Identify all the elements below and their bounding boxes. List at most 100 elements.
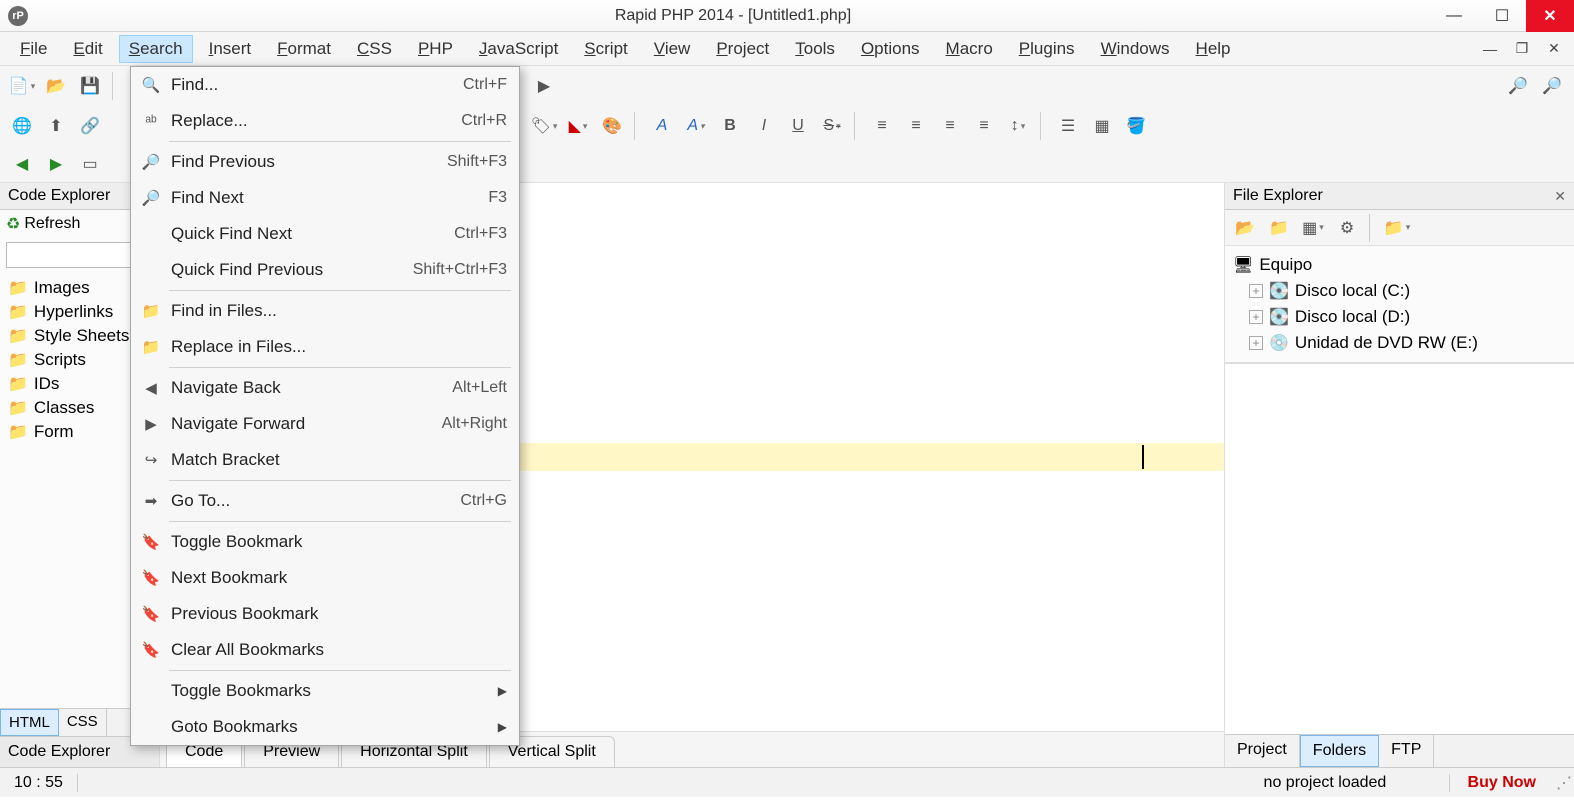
menu-item-previous-bookmark[interactable]: 🔖Previous Bookmark bbox=[131, 596, 519, 632]
link-button[interactable]: 🔗 bbox=[76, 112, 104, 140]
menu-item-find-next[interactable]: 🔎Find NextF3 bbox=[131, 180, 519, 216]
menu-insert[interactable]: Insert bbox=[199, 35, 262, 63]
menu-options[interactable]: Options bbox=[851, 35, 930, 63]
new-folder-button[interactable]: 📁 bbox=[1265, 214, 1293, 242]
underline-button[interactable]: U bbox=[784, 112, 812, 140]
align-justify-button[interactable]: ≡ bbox=[970, 112, 998, 140]
expand-icon[interactable]: + bbox=[1249, 336, 1263, 350]
menu-css[interactable]: CSS bbox=[347, 35, 402, 63]
menu-item-toggle-bookmark[interactable]: 🔖Toggle Bookmark bbox=[131, 524, 519, 560]
run-button[interactable]: ▶ bbox=[530, 72, 558, 100]
menu-item-label: Find in Files... bbox=[165, 301, 507, 321]
menu-script[interactable]: Script bbox=[574, 35, 637, 63]
menu-item-find[interactable]: 🔍Find...Ctrl+F bbox=[131, 67, 519, 103]
file-explorer-panel: File Explorer ✕ 📂 📁 ▦ ⚙ 📁 🖥Equipo+💽Disco… bbox=[1224, 183, 1574, 767]
nav-forward-button[interactable]: ▶ bbox=[42, 150, 70, 178]
table-button[interactable]: ▦ bbox=[1088, 112, 1116, 140]
title-bar: rP Rapid PHP 2014 - [Untitled1.php] bbox=[0, 0, 1574, 32]
buy-now-link[interactable]: Buy Now bbox=[1450, 774, 1554, 792]
drive-item[interactable]: +💽Disco local (D:) bbox=[1231, 304, 1568, 330]
menu-item-next-bookmark[interactable]: 🔖Next Bookmark bbox=[131, 560, 519, 596]
line-spacing-button[interactable]: ↕ bbox=[1004, 112, 1032, 140]
file-explorer-tab-folders[interactable]: Folders bbox=[1300, 735, 1379, 767]
refresh-button[interactable]: Refresh bbox=[24, 215, 80, 233]
menu-project[interactable]: Project bbox=[706, 35, 779, 63]
find-next-button[interactable]: 🔎 bbox=[1538, 72, 1566, 100]
window-close-button[interactable] bbox=[1526, 0, 1574, 32]
drive-item[interactable]: +💽Disco local (C:) bbox=[1231, 278, 1568, 304]
menu-item-navigate-back[interactable]: ◀Navigate BackAlt+Left bbox=[131, 370, 519, 406]
strike-button[interactable]: S bbox=[818, 112, 846, 140]
drive-item[interactable]: +💿Unidad de DVD RW (E:) bbox=[1231, 330, 1568, 356]
submenu-arrow-icon: ▶ bbox=[498, 684, 507, 698]
save-button[interactable]: 💾 bbox=[76, 72, 104, 100]
menu-item-quick-find-previous[interactable]: Quick Find PreviousShift+Ctrl+F3 bbox=[131, 252, 519, 288]
menu-item-find-in-files[interactable]: 📁Find in Files... bbox=[131, 293, 519, 329]
window-minimize-button[interactable] bbox=[1430, 0, 1478, 32]
tag-select-button[interactable]: 🏷 bbox=[530, 112, 558, 140]
open-button[interactable]: 📂 bbox=[42, 72, 70, 100]
menu-javascript[interactable]: JavaScript bbox=[469, 35, 568, 63]
menu-item-navigate-forward[interactable]: ▶Navigate ForwardAlt+Right bbox=[131, 406, 519, 442]
highlight-button[interactable]: ◣ bbox=[564, 112, 592, 140]
menu-help[interactable]: Help bbox=[1186, 35, 1241, 63]
folder-up-button[interactable]: 📂 bbox=[1231, 214, 1259, 242]
menu-file[interactable]: File bbox=[10, 35, 57, 63]
font-button[interactable]: A bbox=[648, 112, 676, 140]
code-explorer-title: Code Explorer bbox=[8, 187, 110, 205]
menu-item-clear-all-bookmarks[interactable]: 🔖Clear All Bookmarks bbox=[131, 632, 519, 668]
window-maximize-button[interactable] bbox=[1478, 0, 1526, 32]
new-file-button[interactable]: 📄 bbox=[8, 72, 36, 100]
menu-item-shortcut: Alt+Right bbox=[442, 415, 507, 433]
menu-edit[interactable]: Edit bbox=[63, 35, 112, 63]
menu-view[interactable]: View bbox=[644, 35, 701, 63]
file-explorer-tab-ftp[interactable]: FTP bbox=[1379, 735, 1434, 767]
nav-back-button[interactable]: ◀ bbox=[8, 150, 36, 178]
mdi-close-button[interactable]: ✕ bbox=[1544, 39, 1564, 59]
menu-format[interactable]: Format bbox=[267, 35, 341, 63]
menu-item-find-previous[interactable]: 🔎Find PreviousShift+F3 bbox=[131, 144, 519, 180]
mdi-minimize-button[interactable]: — bbox=[1480, 39, 1500, 59]
folder-icon: 📁 bbox=[8, 326, 28, 346]
menu-search[interactable]: Search bbox=[119, 35, 193, 63]
menu-windows[interactable]: Windows bbox=[1091, 35, 1180, 63]
menu-item-toggle-bookmarks[interactable]: Toggle Bookmarks▶ bbox=[131, 673, 519, 709]
color-button[interactable]: 🎨 bbox=[598, 112, 626, 140]
paint-button[interactable]: 🪣 bbox=[1122, 112, 1150, 140]
align-left-button[interactable]: ≡ bbox=[868, 112, 896, 140]
menu-item-label: Next Bookmark bbox=[165, 568, 507, 588]
menu-item-replace-in-files[interactable]: 📁Replace in Files... bbox=[131, 329, 519, 365]
align-center-button[interactable]: ≡ bbox=[902, 112, 930, 140]
mdi-restore-button[interactable]: ❐ bbox=[1512, 39, 1532, 59]
menu-plugins[interactable]: Plugins bbox=[1009, 35, 1085, 63]
expand-icon[interactable]: + bbox=[1249, 310, 1263, 324]
menu-item-goto-bookmarks[interactable]: Goto Bookmarks▶ bbox=[131, 709, 519, 745]
lang-tab-html[interactable]: HTML bbox=[0, 709, 59, 736]
find-prev-button[interactable]: 🔎 bbox=[1504, 72, 1532, 100]
file-explorer-close-button[interactable]: ✕ bbox=[1554, 188, 1566, 205]
font-style-button[interactable]: A bbox=[682, 112, 710, 140]
menu-macro[interactable]: Macro bbox=[936, 35, 1003, 63]
file-settings-button[interactable]: ⚙ bbox=[1333, 214, 1361, 242]
submenu-arrow-icon: ▶ bbox=[498, 720, 507, 734]
menu-php[interactable]: PHP bbox=[408, 35, 463, 63]
folder-filter-button[interactable]: 📁 bbox=[1383, 214, 1411, 242]
list-button[interactable]: ☰ bbox=[1054, 112, 1082, 140]
expand-icon[interactable]: + bbox=[1249, 284, 1263, 298]
toggle-panel-button[interactable]: ▭ bbox=[76, 150, 104, 178]
menu-item-go-to[interactable]: ➡Go To...Ctrl+G bbox=[131, 483, 519, 519]
menu-item-match-bracket[interactable]: ↪Match Bracket bbox=[131, 442, 519, 478]
upload-button[interactable]: ⬆ bbox=[42, 112, 70, 140]
bold-button[interactable]: B bbox=[716, 112, 744, 140]
menu-item-quick-find-next[interactable]: Quick Find NextCtrl+F3 bbox=[131, 216, 519, 252]
resize-grip[interactable]: ⋰ bbox=[1554, 773, 1574, 793]
menu-item-replace[interactable]: ᵃᵇReplace...Ctrl+R bbox=[131, 103, 519, 139]
align-right-button[interactable]: ≡ bbox=[936, 112, 964, 140]
file-explorer-tab-project[interactable]: Project bbox=[1225, 735, 1300, 767]
menu-tools[interactable]: Tools bbox=[785, 35, 845, 63]
lang-tab-css[interactable]: CSS bbox=[59, 709, 107, 736]
italic-button[interactable]: I bbox=[750, 112, 778, 140]
view-mode-button[interactable]: ▦ bbox=[1299, 214, 1327, 242]
drive-root[interactable]: 🖥Equipo bbox=[1231, 252, 1568, 278]
browser-button[interactable]: 🌐 bbox=[8, 112, 36, 140]
